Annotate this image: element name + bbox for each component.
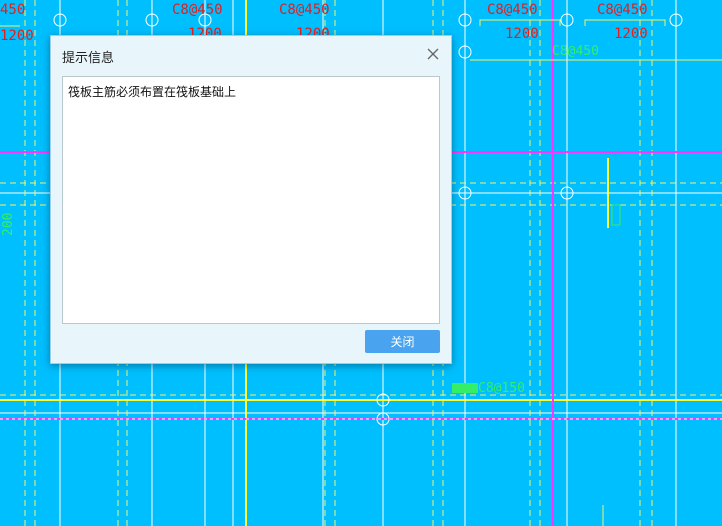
cad-green-mark xyxy=(452,383,478,393)
cad-green-label: C8@450 xyxy=(552,44,599,59)
cad-label: 1200 xyxy=(614,26,648,42)
cad-green-label: C8@150 xyxy=(478,381,525,396)
close-icon[interactable] xyxy=(425,46,441,62)
message-text: 筏板主筋必须布置在筏板基础上 xyxy=(68,85,237,99)
cad-label: C8@450 xyxy=(597,2,648,18)
dialog-header[interactable]: 提示信息 xyxy=(51,36,451,74)
cad-label: C8@450 xyxy=(487,2,538,18)
cad-label: 450 xyxy=(0,2,25,18)
close-button[interactable]: 关闭 xyxy=(365,330,440,353)
cad-label: C8@450 xyxy=(172,2,223,18)
cad-label: 1200 xyxy=(0,28,34,44)
info-dialog: 提示信息 筏板主筋必须布置在筏板基础上 关闭 xyxy=(50,35,452,364)
cad-label: C8@450 xyxy=(279,2,330,18)
dialog-title: 提示信息 xyxy=(62,51,115,66)
cad-label: 1200 xyxy=(505,26,539,42)
cad-green-label: 200 xyxy=(1,213,16,236)
message-text-area[interactable]: 筏板主筋必须布置在筏板基础上 xyxy=(62,76,440,324)
